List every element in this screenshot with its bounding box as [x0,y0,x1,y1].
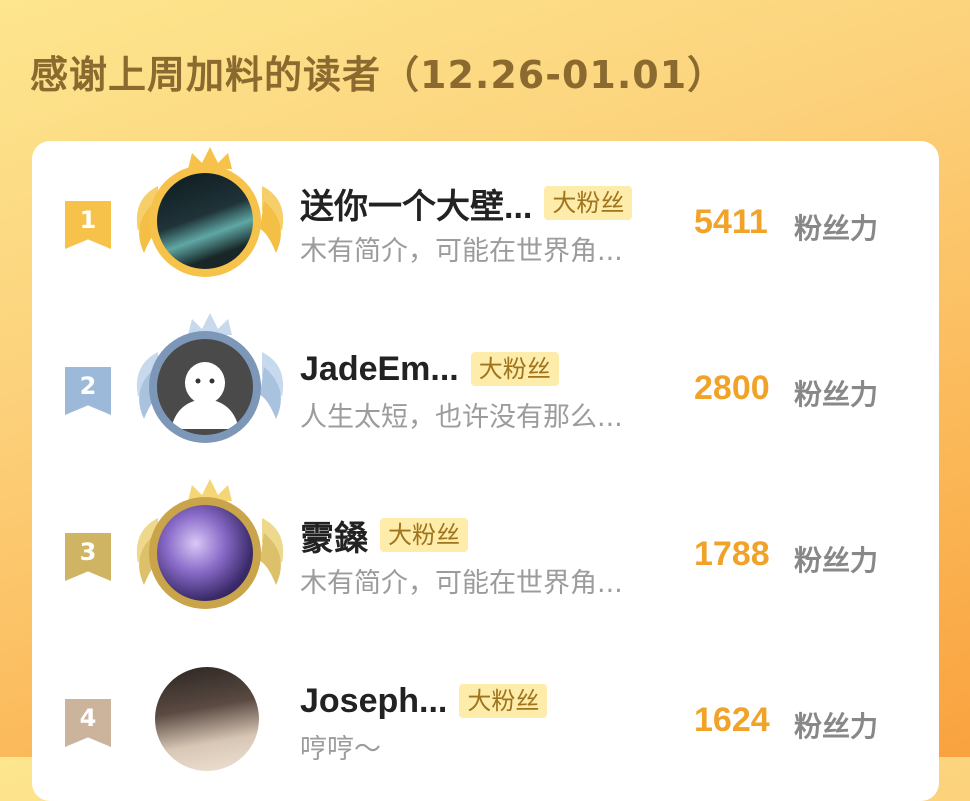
default-ghost-avatar-icon [153,335,257,439]
list-item[interactable]: 4 Joseph... 大粉丝 哼哼～ 1624 粉丝力 [32,639,939,789]
reader-ranking-list: 1 送你一个大壁... 大粉丝 木有简介，可能在世界角... 5411 粉丝力 … [32,141,939,801]
list-item[interactable]: 2 JadeEm... 大粉丝 人生太短，也许没有那么... 2800 粉丝力 [32,307,939,457]
fan-power-label: 粉丝力 [794,544,879,577]
portrait-photo-icon [153,169,257,273]
fan-level-badge: 大粉丝 [380,518,468,552]
anime-portrait-avatar-icon [155,667,259,771]
user-name[interactable]: 送你一个大壁... [300,179,532,228]
rank-3-badge: 3 [65,533,111,581]
list-item[interactable]: 3 霥鎟 大粉丝 木有简介，可能在世界角... 1788 粉丝力 [32,473,939,623]
list-item[interactable]: 1 送你一个大壁... 大粉丝 木有简介，可能在世界角... 5411 粉丝力 [32,141,939,291]
rank-4-badge: 4 [65,699,111,747]
avatar-frame-gold[interactable] [130,141,290,291]
fan-power-label: 粉丝力 [794,212,879,245]
fan-power-score: 2800 [694,369,770,407]
fan-power-score: 5411 [694,203,768,241]
fan-level-badge: 大粉丝 [470,352,559,386]
rank-1-badge: 1 [65,201,111,249]
fan-power-label: 粉丝力 [794,378,879,411]
user-bio: 木有简介，可能在世界角... [300,236,623,267]
rank-2-badge: 2 [65,367,111,415]
fan-power-score: 1624 [694,701,770,739]
user-name[interactable]: 霥鎟 [300,511,368,560]
fan-level-badge: 大粉丝 [459,684,548,718]
anime-art-avatar-icon [153,501,257,605]
fan-level-badge: 大粉丝 [544,186,633,220]
fan-power-score: 1788 [694,535,770,573]
page-title: 感谢上周加料的读者（12.26-01.01） [30,53,727,97]
user-bio: 木有简介，可能在世界角... [300,568,623,599]
avatar-frame[interactable] [130,639,290,789]
user-bio: 人生太短，也许没有那么... [300,402,623,433]
user-name[interactable]: Joseph... [300,682,447,721]
fan-power-label: 粉丝力 [794,710,879,743]
avatar-frame-bronze[interactable] [130,473,290,623]
user-name[interactable]: JadeEm... [300,350,459,389]
avatar-frame-silver[interactable] [130,307,290,457]
user-bio: 哼哼～ [300,734,381,765]
